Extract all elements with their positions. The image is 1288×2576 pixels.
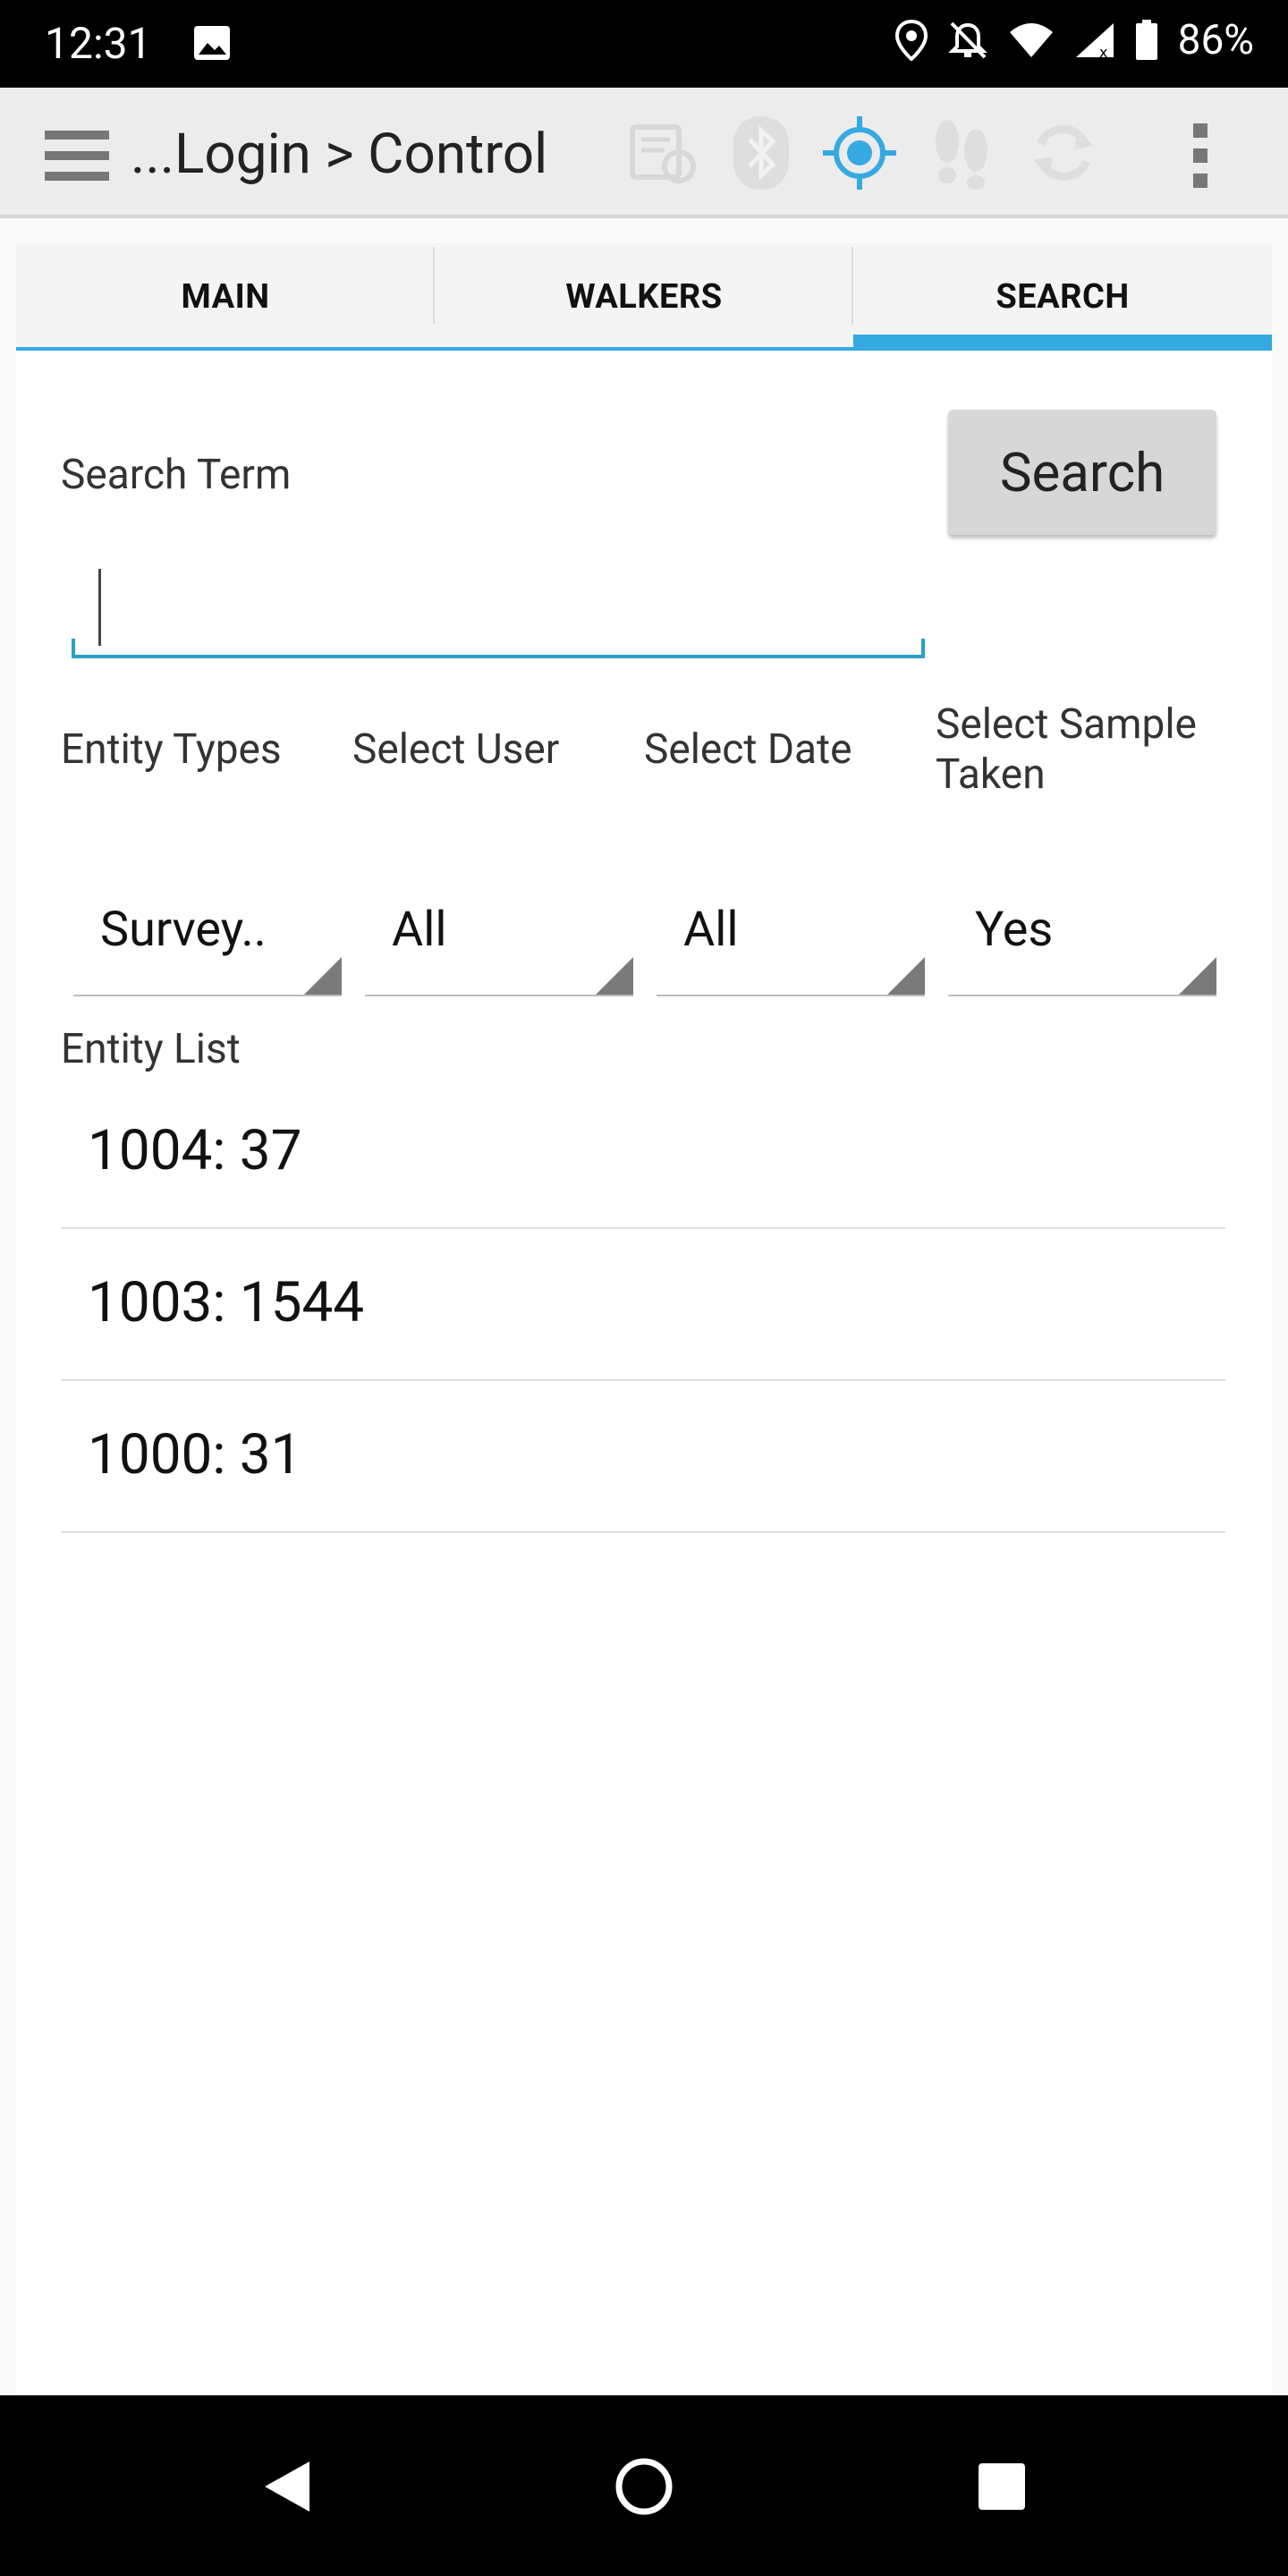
home-icon[interactable] — [608, 2451, 680, 2522]
entity-types-value: Survey.. — [100, 902, 267, 958]
tab-search[interactable]: SEARCH — [853, 243, 1272, 351]
tab-walkers[interactable]: WALKERS — [435, 243, 853, 351]
image-icon — [194, 26, 230, 60]
list-item-label: 1004: 37 — [88, 1118, 302, 1183]
entity-types-label: Entity Types — [61, 725, 282, 774]
battery-percentage: 86% — [1177, 16, 1254, 64]
search-term-label: Search Term — [61, 451, 292, 499]
wifi-icon — [1009, 23, 1053, 57]
battery-icon — [1135, 20, 1157, 60]
list-item-label: 1000: 31 — [88, 1422, 302, 1487]
svg-text:x: x — [1099, 44, 1107, 59]
select-date-value: All — [683, 902, 739, 958]
entity-list: 1004: 37 1003: 1544 1000: 31 — [61, 1077, 1225, 1533]
sample-taken-value: Yes — [975, 902, 1054, 958]
list-item[interactable]: 1000: 31 — [61, 1381, 1225, 1533]
select-date-dropdown[interactable]: All — [657, 869, 925, 996]
page-title: ...Login > Control — [131, 122, 548, 187]
tab-indicator-active — [853, 335, 1272, 351]
sample-taken-dropdown[interactable]: Yes — [948, 869, 1216, 996]
tab-walkers-label: WALKERS — [565, 277, 723, 317]
menu-icon[interactable] — [45, 129, 109, 182]
tab-search-label: SEARCH — [996, 277, 1130, 317]
notifications-off-icon — [947, 21, 987, 59]
status-bar: 12:31 x 86% — [0, 0, 1288, 88]
status-time: 12:31 — [45, 18, 152, 69]
search-panel: Search Term Search Entity Types Select U… — [16, 351, 1272, 2395]
list-item-label: 1003: 1544 — [88, 1270, 365, 1335]
bluetooth-icon[interactable] — [723, 114, 800, 191]
navigation-bar — [0, 2395, 1288, 2576]
tab-main-label: MAIN — [181, 277, 270, 317]
text-cursor — [98, 569, 101, 646]
list-item[interactable]: 1004: 37 — [61, 1077, 1225, 1229]
search-button[interactable]: Search — [948, 410, 1216, 535]
sync-doc-icon[interactable] — [624, 114, 701, 191]
footsteps-icon[interactable] — [923, 114, 1000, 191]
search-input[interactable] — [72, 558, 925, 658]
dropdown-arrow-icon — [887, 957, 925, 995]
select-user-label: Select User — [352, 725, 560, 774]
tab-main[interactable]: MAIN — [16, 243, 435, 351]
overflow-menu-icon[interactable] — [1188, 122, 1213, 190]
entity-list-label: Entity List — [61, 1025, 241, 1073]
tab-bar: MAIN WALKERS SEARCH — [16, 243, 1272, 351]
select-user-dropdown[interactable]: All — [365, 869, 633, 996]
dropdown-arrow-icon — [304, 957, 342, 995]
app-bar: ...Login > Control — [0, 88, 1288, 218]
back-icon[interactable] — [250, 2451, 322, 2522]
select-user-value: All — [392, 902, 447, 958]
signal-icon: x — [1075, 23, 1114, 59]
entity-types-dropdown[interactable]: Survey.. — [73, 869, 342, 996]
gps-target-icon[interactable] — [821, 114, 898, 191]
dropdown-arrow-icon — [1179, 957, 1216, 995]
select-date-label: Select Date — [644, 725, 852, 774]
recents-icon[interactable] — [966, 2451, 1038, 2522]
input-edge — [921, 639, 925, 657]
refresh-icon[interactable] — [1025, 114, 1102, 191]
list-item[interactable]: 1003: 1544 — [61, 1229, 1225, 1381]
input-edge — [72, 639, 75, 657]
status-icons: x 86% — [894, 16, 1254, 64]
location-icon — [894, 20, 928, 61]
dropdown-arrow-icon — [596, 957, 633, 995]
sample-taken-label: Select Sample Taken — [936, 700, 1197, 799]
